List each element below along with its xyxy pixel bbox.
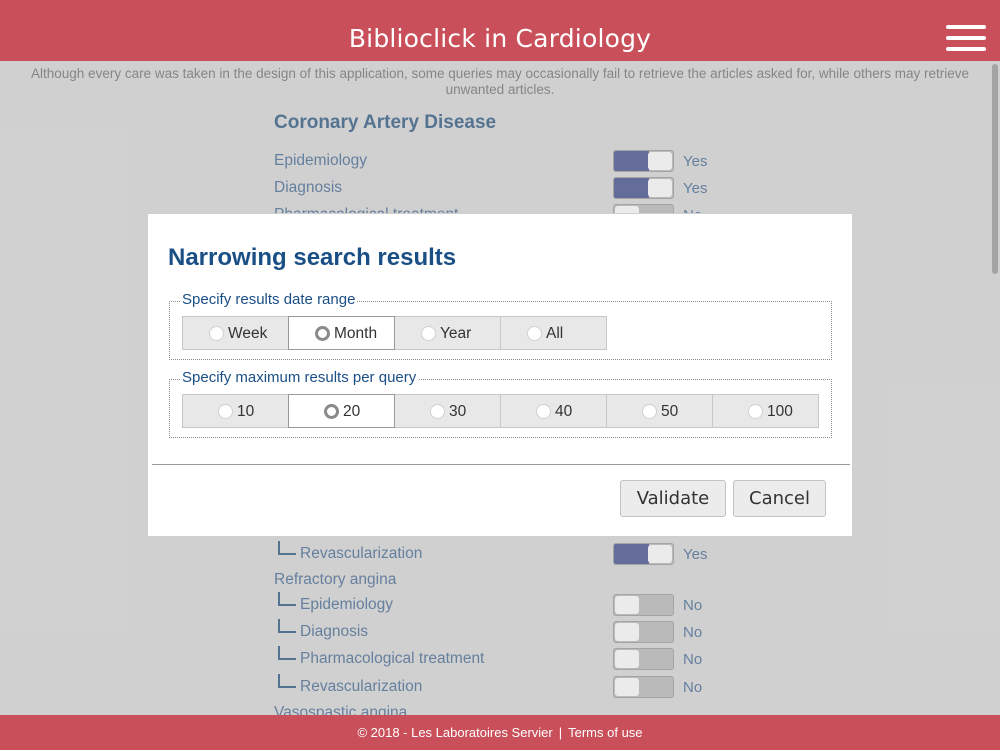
date-range-fieldset: Specify results date range Week Month Year… (169, 291, 832, 360)
option-label: All (546, 325, 564, 342)
option-label: Month (334, 325, 378, 342)
option-label: 40 (555, 403, 573, 420)
max-results-option[interactable]: 50 (606, 394, 713, 428)
max-results-option[interactable]: 40 (500, 394, 607, 428)
validate-button[interactable]: Validate (620, 480, 726, 517)
option-label: Week (228, 325, 268, 342)
radio-icon (315, 326, 330, 341)
option-label: 30 (449, 403, 467, 420)
option-label: 50 (661, 403, 679, 420)
narrowing-search-dialog: Narrowing search results Specify results… (147, 213, 853, 537)
date-range-options: Week Month Year All (182, 316, 607, 350)
hamburger-menu-icon[interactable] (946, 25, 986, 51)
date-range-option[interactable]: Month (288, 316, 395, 350)
footer-separator: | (558, 725, 563, 740)
app-footer: © 2018 - Les Laboratoires Servier | Terms … (0, 715, 1000, 750)
radio-icon (748, 404, 763, 419)
radio-icon (209, 326, 224, 341)
radio-icon (536, 404, 551, 419)
max-results-options: 10 20 30 40 50 100 (182, 394, 819, 428)
radio-icon (324, 404, 339, 419)
radio-icon (642, 404, 657, 419)
max-results-option[interactable]: 20 (288, 394, 395, 428)
dialog-divider (152, 464, 850, 465)
radio-icon (430, 404, 445, 419)
app-title: Biblioclick in Cardiology (348, 24, 652, 53)
date-range-option[interactable]: Year (394, 316, 501, 350)
cancel-button[interactable]: Cancel (733, 480, 826, 517)
max-results-option[interactable]: 100 (712, 394, 819, 428)
option-label: 20 (343, 403, 361, 420)
max-results-option[interactable]: 30 (394, 394, 501, 428)
date-range-option[interactable]: All (500, 316, 607, 350)
dialog-title: Narrowing search results (168, 244, 457, 271)
radio-icon (527, 326, 542, 341)
option-label: Year (440, 325, 472, 342)
max-results-option[interactable]: 10 (182, 394, 289, 428)
terms-of-use-link[interactable]: Terms of use (568, 725, 642, 740)
app-header: Biblioclick in Cardiology (0, 0, 1000, 61)
radio-icon (421, 326, 436, 341)
option-label: 10 (237, 403, 255, 420)
max-results-fieldset: Specify maximum results per query 10 20 30… (169, 369, 832, 438)
option-label: 100 (767, 403, 793, 420)
copyright-text: © 2018 - Les Laboratoires Servier (357, 725, 553, 740)
max-results-legend: Specify maximum results per query (180, 369, 419, 386)
date-range-legend: Specify results date range (180, 291, 358, 308)
radio-icon (218, 404, 233, 419)
date-range-option[interactable]: Week (182, 316, 289, 350)
